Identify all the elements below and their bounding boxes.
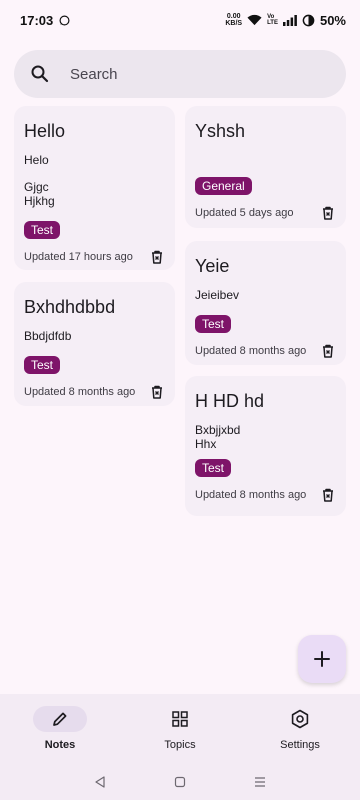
note-card[interactable]: H HD hd Bxbjjxbd Hhx Test Updated 8 mont… [185, 376, 346, 516]
note-body-extra: Gjgc Hjkhg [24, 180, 55, 208]
status-time: 17:03 [20, 12, 54, 28]
net-speed: 0.00 KB/S [225, 13, 242, 27]
nav-item-topics[interactable]: Topics [120, 694, 240, 764]
note-title: Yeie [195, 256, 230, 276]
note-body: Bxbjjxbd Hhx [195, 423, 241, 451]
volte-indicator: Vo LTE [267, 14, 278, 26]
note-updated: Updated 8 months ago [195, 489, 307, 501]
status-bar: 17:03 0.00 KB/S Vo LTE 50% [0, 0, 360, 40]
card-footer: Updated 8 months ago [195, 487, 336, 503]
note-tag[interactable]: Test [24, 356, 61, 374]
delete-icon[interactable] [320, 487, 336, 503]
note-body: Jeieibev [195, 288, 240, 302]
net-speed-value: 0.00 [226, 13, 241, 20]
search-input[interactable] [70, 65, 310, 83]
note-tag[interactable]: Test [195, 459, 232, 477]
note-card[interactable]: Yshsh General Updated 5 days ago [185, 106, 346, 228]
add-note-button[interactable] [298, 635, 346, 683]
status-left: 17:03 [20, 13, 70, 28]
home-icon[interactable] [174, 776, 186, 788]
nav-icon-wrap [153, 706, 207, 732]
note-body: Bbdjdfdb [24, 329, 72, 343]
grid-icon [172, 711, 188, 727]
hexagon-gear-icon [291, 709, 309, 729]
search-bar[interactable] [14, 50, 346, 98]
note-card[interactable]: Yeie Jeieibev Test Updated 8 months ago [185, 241, 346, 365]
note-updated: Updated 17 hours ago [24, 251, 133, 263]
nav-label-settings: Settings [280, 739, 320, 751]
card-footer: Updated 8 months ago [24, 384, 165, 400]
delete-icon[interactable] [320, 205, 336, 221]
delete-icon[interactable] [149, 249, 165, 265]
nav-label-notes: Notes [44, 739, 76, 751]
note-card[interactable]: Hello Helo Gjgc Hjkhg Test Updated 17 ho… [14, 106, 175, 270]
signal-icon [282, 14, 297, 26]
note-card[interactable]: Bxhdhdbbd Bbdjdfdb Test Updated 8 months… [14, 282, 175, 406]
wifi-icon [247, 14, 262, 26]
note-title: Bxhdhdbbd [24, 297, 116, 317]
card-footer: Updated 5 days ago [195, 205, 336, 221]
nav-item-notes[interactable]: Notes [0, 694, 120, 764]
recents-icon[interactable] [254, 776, 266, 788]
note-tag[interactable]: Test [195, 315, 232, 333]
card-footer: Updated 8 months ago [195, 343, 336, 359]
pencil-icon [53, 712, 67, 726]
note-title: H HD hd [195, 391, 265, 411]
status-right: 0.00 KB/S Vo LTE 50% [225, 13, 346, 28]
nav-icon-wrap [33, 706, 87, 732]
note-updated: Updated 5 days ago [195, 207, 294, 219]
nav-label-topics: Topics [164, 739, 196, 751]
nav-item-settings[interactable]: Settings [240, 694, 360, 764]
system-nav [0, 764, 360, 800]
delete-icon[interactable] [320, 343, 336, 359]
battery-icon [302, 14, 315, 26]
note-title: Hello [24, 121, 66, 141]
plus-icon [314, 651, 330, 667]
card-footer: Updated 17 hours ago [24, 249, 165, 265]
net-speed-unit: KB/S [225, 20, 243, 27]
back-icon[interactable] [94, 776, 106, 788]
battery-percent: 50% [319, 12, 346, 28]
note-body: Helo [24, 153, 49, 167]
nav-icon-wrap [273, 706, 327, 732]
bottom-nav: Notes Topics Settings [0, 694, 360, 764]
note-tag[interactable]: Test [24, 221, 61, 239]
note-title: Yshsh [195, 121, 246, 141]
search-icon [31, 65, 49, 83]
note-updated: Updated 8 months ago [24, 386, 136, 398]
volte-bottom: LTE [267, 20, 278, 26]
delete-icon[interactable] [149, 384, 165, 400]
note-tag[interactable]: General [195, 177, 252, 195]
note-updated: Updated 8 months ago [195, 345, 307, 357]
whatsapp-icon [59, 15, 70, 25]
